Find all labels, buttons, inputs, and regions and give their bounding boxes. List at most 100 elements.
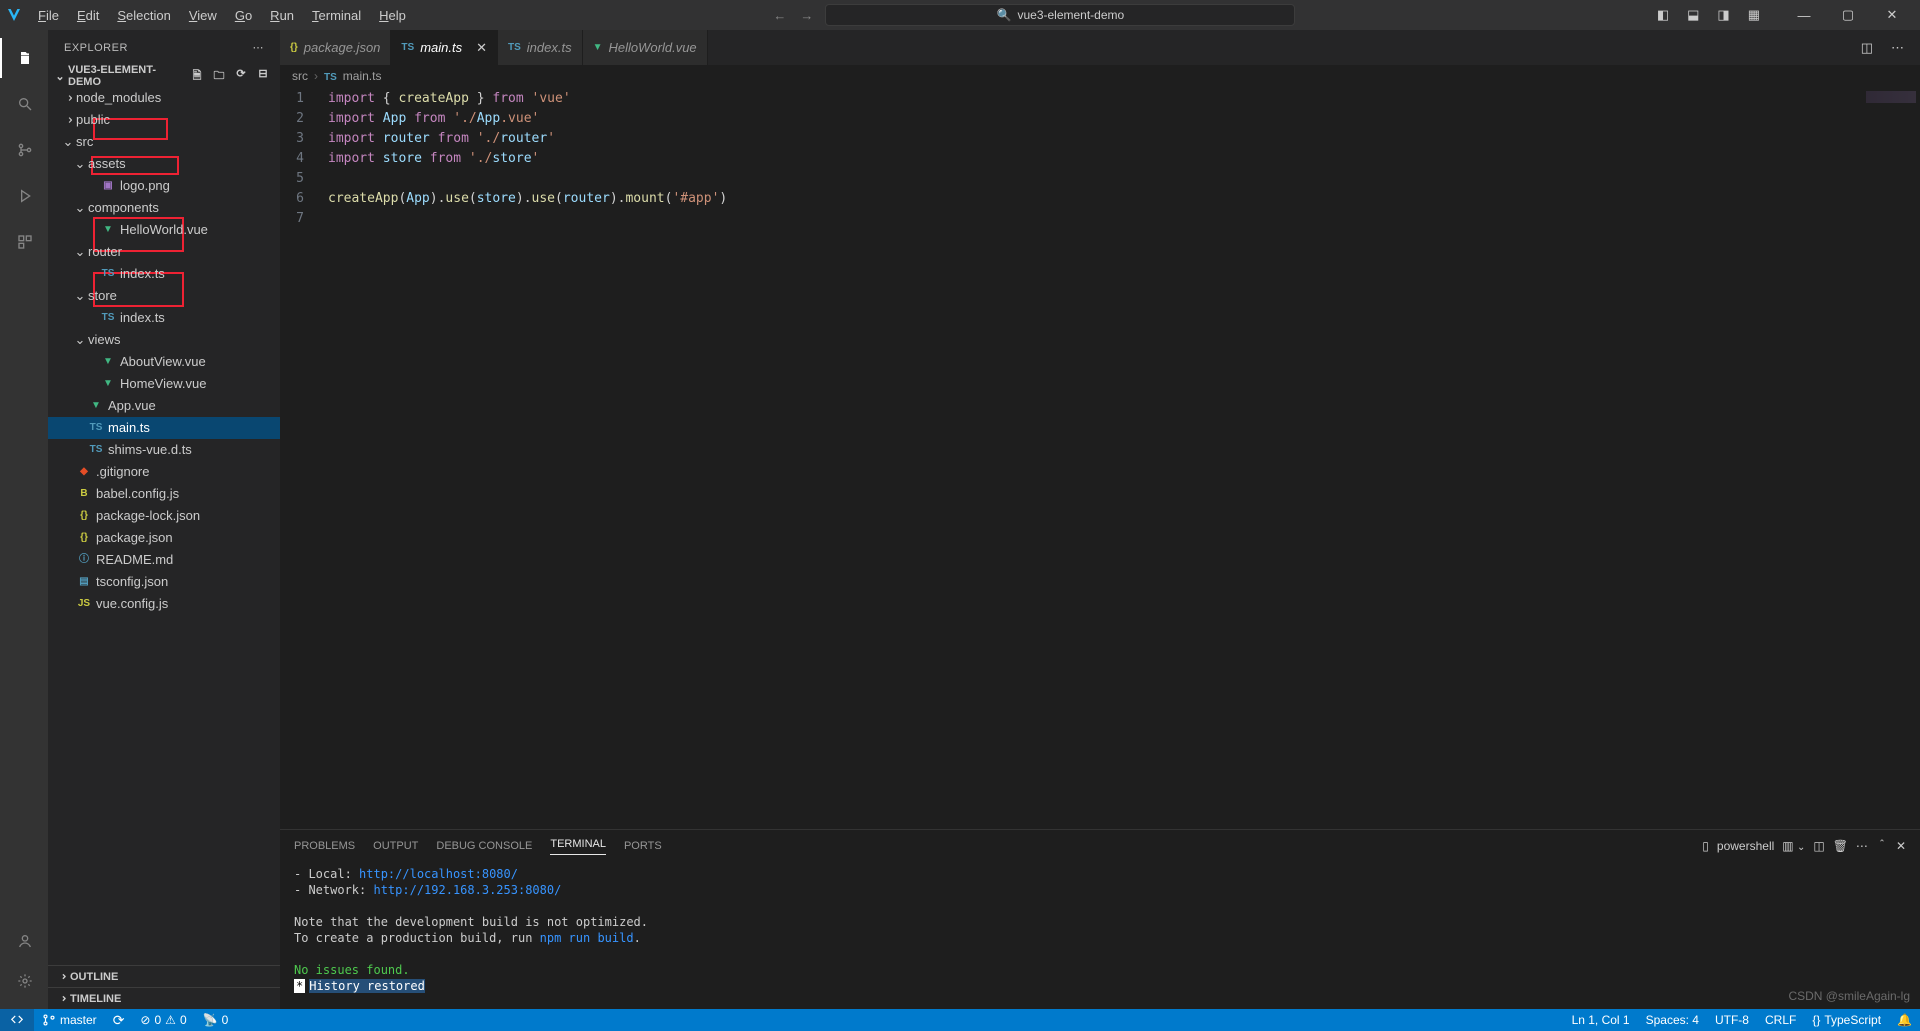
file-App.vue[interactable]: ▼App.vue [48,395,280,417]
menu-edit[interactable]: Edit [69,4,107,27]
source-control-activity[interactable] [0,130,48,170]
file-.gitignore[interactable]: ◆.gitignore [48,461,280,483]
notifications-bell[interactable]: 🔔 [1889,1009,1920,1031]
tab-HelloWorld.vue[interactable]: ▼HelloWorld.vue [583,30,708,65]
ports-counter[interactable]: 📡0 [195,1009,237,1031]
more-actions-icon[interactable]: ⋯ [1885,36,1910,60]
file-tsconfig.json[interactable]: ▤tsconfig.json [48,571,280,593]
encoding[interactable]: UTF-8 [1707,1009,1757,1031]
folder-assets[interactable]: ⌄assets [48,153,280,175]
window-close[interactable]: ✕ [1870,0,1914,30]
tab-package.json[interactable]: {}package.json [280,30,391,65]
file-main.ts[interactable]: TSmain.ts [48,417,280,439]
terminal-view[interactable]: - Local: http://localhost:8080/ - Networ… [280,862,1920,1009]
cursor-position[interactable]: Ln 1, Col 1 [1564,1009,1638,1031]
file-label: shims-vue.d.ts [108,439,192,461]
minimap[interactable] [1866,91,1916,103]
timeline-section[interactable]: ⌄ TIMELINE [48,987,280,1009]
git-branch[interactable]: master [34,1009,105,1031]
refresh-icon[interactable]: ⟳ [232,67,250,86]
folder-public[interactable]: ⌄public [48,109,280,131]
close-icon[interactable]: ✕ [476,40,487,56]
kill-terminal-icon[interactable]: 🗑 [1833,839,1848,853]
layout-panel-icon[interactable]: ⬓ [1681,3,1705,27]
split-editor-icon[interactable]: ◫ [1855,36,1879,60]
collapse-all-icon[interactable]: ⊟ [254,67,272,86]
tab-label: package.json [304,40,381,55]
menu-terminal[interactable]: Terminal [304,4,369,27]
file-AboutView.vue[interactable]: ▼AboutView.vue [48,351,280,373]
file-HomeView.vue[interactable]: ▼HomeView.vue [48,373,280,395]
extensions-activity[interactable] [0,222,48,262]
tab-debug-console[interactable]: DEBUG CONSOLE [436,840,532,852]
file-index.ts[interactable]: TSindex.ts [48,307,280,329]
file-shims-vue.d.ts[interactable]: TSshims-vue.d.ts [48,439,280,461]
folder-store[interactable]: ⌄store [48,285,280,307]
window-minimize[interactable]: — [1782,0,1826,30]
tab-index.ts[interactable]: TSindex.ts [498,30,583,65]
file-package.json[interactable]: {}package.json [48,527,280,549]
file-package-lock.json[interactable]: {}package-lock.json [48,505,280,527]
remote-indicator[interactable] [0,1009,34,1031]
split-terminal-icon[interactable]: ◫ [1813,839,1824,853]
code-content[interactable]: import { createApp } from 'vue'import Ap… [320,87,727,829]
menu-selection[interactable]: Selection [109,4,178,27]
folder-components[interactable]: ⌄components [48,197,280,219]
menu-run[interactable]: Run [262,4,302,27]
breadcrumb[interactable]: src › TS main.ts [280,65,1920,87]
run-debug-activity[interactable] [0,176,48,216]
file-label: vue.config.js [96,593,168,615]
explorer-title: EXPLORER [64,42,253,54]
terminal-prof-icon: ▯ [1702,839,1709,853]
indentation[interactable]: Spaces: 4 [1638,1009,1707,1031]
new-terminal-icon[interactable]: ▥ ⌄ [1782,839,1805,853]
outline-section[interactable]: ⌄ OUTLINE [48,965,280,987]
menu-file[interactable]: File [30,4,67,27]
command-center[interactable]: 🔍 vue3-element-demo [825,4,1295,26]
folder-router[interactable]: ⌄router [48,241,280,263]
file-HelloWorld.vue[interactable]: ▼HelloWorld.vue [48,219,280,241]
menu-help[interactable]: Help [371,4,414,27]
explorer-activity[interactable] [0,38,48,78]
folder-src[interactable]: ⌄src [48,131,280,153]
tab-output[interactable]: OUTPUT [373,840,418,852]
file-index.ts[interactable]: TSindex.ts [48,263,280,285]
file-babel.config.js[interactable]: Bbabel.config.js [48,483,280,505]
search-activity[interactable] [0,84,48,124]
layout-sidebar-right-icon[interactable]: ◨ [1711,3,1735,27]
editor[interactable]: 1234567 import { createApp } from 'vue'i… [280,87,1920,829]
window-maximize[interactable]: ▢ [1826,0,1870,30]
tab-ports[interactable]: PORTS [624,840,662,852]
project-header[interactable]: ⌄ VUE3-ELEMENT-DEMO 🗎 🗀 ⟳ ⊟ [48,65,280,87]
chevron-right-icon: ⌄ [56,969,69,985]
layout-sidebar-left-icon[interactable]: ◧ [1651,3,1675,27]
file-vue.config.js[interactable]: JSvue.config.js [48,593,280,615]
file-README.md[interactable]: ⓘREADME.md [48,549,280,571]
new-folder-icon[interactable]: 🗀 [210,67,228,86]
tab-terminal[interactable]: TERMINAL [550,838,606,855]
settings-activity[interactable] [0,961,48,1001]
tab-label: main.ts [420,40,462,55]
layout-customize-icon[interactable]: ▦ [1742,3,1766,27]
account-activity[interactable] [0,921,48,961]
terminal-prof-name[interactable]: powershell [1717,839,1774,853]
language-mode[interactable]: {}TypeScript [1804,1009,1889,1031]
panel-close-icon[interactable]: ✕ [1896,839,1906,853]
git-sync[interactable]: ⟳ [105,1009,133,1031]
eol[interactable]: CRLF [1757,1009,1804,1031]
explorer-more-icon[interactable]: ⋯ [253,41,265,54]
folder-node_modules[interactable]: ⌄node_modules [48,87,280,109]
panel-maximize-icon[interactable]: ＾ [1876,838,1888,855]
tab-main.ts[interactable]: TSmain.ts✕ [391,30,498,65]
file-label: babel.config.js [96,483,179,505]
panel-more-icon[interactable]: ⋯ [1856,839,1868,853]
file-logo.png[interactable]: ▣logo.png [48,175,280,197]
folder-views[interactable]: ⌄views [48,329,280,351]
new-file-icon[interactable]: 🗎 [188,67,206,86]
nav-forward-icon[interactable]: → [796,4,817,27]
menu-view[interactable]: View [181,4,225,27]
menu-go[interactable]: Go [227,4,260,27]
nav-back-icon[interactable]: ← [769,4,790,27]
tab-problems[interactable]: PROBLEMS [294,840,355,852]
problems-counter[interactable]: ⊘0⚠0 [132,1009,194,1031]
